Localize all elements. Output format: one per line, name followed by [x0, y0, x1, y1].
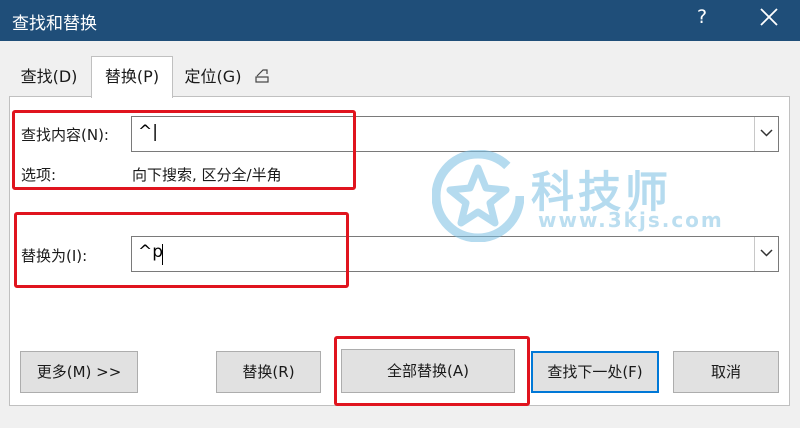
- tab-goto[interactable]: 定位(G): [178, 62, 248, 94]
- close-icon[interactable]: [760, 8, 778, 26]
- watermark-url: www.3kjs.com: [538, 208, 724, 232]
- more-button[interactable]: 更多(M) >>: [20, 351, 138, 393]
- chevron-down-icon: [760, 129, 773, 137]
- chevron-down-icon: [760, 249, 773, 257]
- window-title: 查找和替换: [12, 14, 97, 34]
- find-next-button[interactable]: 查找下一处(F): [531, 351, 659, 393]
- title-bar: 查找和替换 ?: [0, 0, 800, 41]
- tab-overflow-icon[interactable]: [254, 68, 271, 84]
- highlight-box-replace: [14, 212, 349, 288]
- help-button[interactable]: ?: [697, 6, 707, 28]
- find-dropdown-button[interactable]: [754, 117, 778, 151]
- watermark-logo-icon: [432, 150, 524, 242]
- tab-find[interactable]: 查找(D): [14, 62, 84, 94]
- tab-replace[interactable]: 替换(P): [91, 56, 173, 98]
- replace-dropdown-button[interactable]: [754, 237, 778, 271]
- highlight-box-replace-all: [334, 336, 530, 406]
- replace-button[interactable]: 替换(R): [216, 351, 321, 393]
- highlight-box-find: [12, 110, 356, 190]
- find-replace-dialog: 查找和替换 ? 查找(D) 替换(P) 定位(G) 查找内容(N): ^| 选项…: [0, 0, 800, 428]
- cancel-button[interactable]: 取消: [673, 351, 779, 393]
